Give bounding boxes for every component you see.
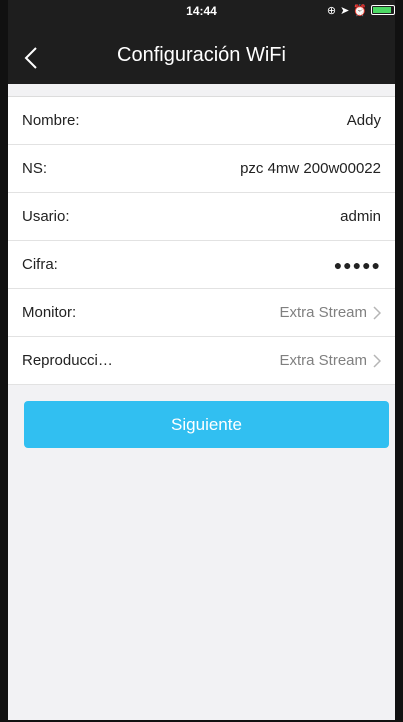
row-value: Extra Stream — [279, 352, 367, 369]
password-value: ●●●●● — [333, 256, 381, 273]
battery-icon — [371, 5, 395, 15]
status-icons: ⊕ ➤ ⏰ — [327, 3, 395, 17]
header-bar: 14:44 ⊕ ➤ ⏰ Configuración WiFi — [8, 0, 395, 84]
row-ns: NS: pzc 4mw 200w00022 — [8, 145, 395, 193]
settings-list: Nombre: Addy NS: pzc 4mw 200w00022 Usari… — [8, 96, 395, 385]
row-label: Cifra: — [22, 256, 58, 273]
row-monitor[interactable]: Monitor: Extra Stream — [8, 289, 395, 337]
row-nombre: Nombre: Addy — [8, 97, 395, 145]
next-button[interactable]: Siguiente — [24, 401, 389, 448]
row-label: Usario: — [22, 208, 70, 225]
row-label: NS: — [22, 160, 48, 177]
lock-rotation-icon: ⊕ — [326, 4, 337, 17]
row-label: Monitor: — [22, 304, 77, 321]
page-title: Configuración WiFi — [117, 44, 286, 66]
row-value: Addy — [346, 112, 381, 129]
row-cifra[interactable]: Cifra: ●●●●● — [8, 241, 395, 289]
location-icon: ➤ — [340, 4, 350, 17]
chevron-right-icon — [373, 353, 381, 368]
row-value: admin — [340, 208, 381, 225]
alarm-icon: ⏰ — [353, 4, 367, 17]
row-usario[interactable]: Usario: admin — [8, 193, 395, 241]
row-value: Extra Stream — [279, 304, 367, 321]
row-label: Reproducci… — [22, 352, 113, 369]
row-value: pzc 4mw 200w00022 — [240, 160, 381, 177]
phone-frame: 14:44 ⊕ ➤ ⏰ Configuración WiFi Nombre: A… — [0, 0, 403, 722]
chevron-right-icon — [373, 305, 381, 320]
row-reproduccion[interactable]: Reproducci… Extra Stream — [8, 337, 395, 385]
row-label: Nombre: — [22, 112, 80, 129]
